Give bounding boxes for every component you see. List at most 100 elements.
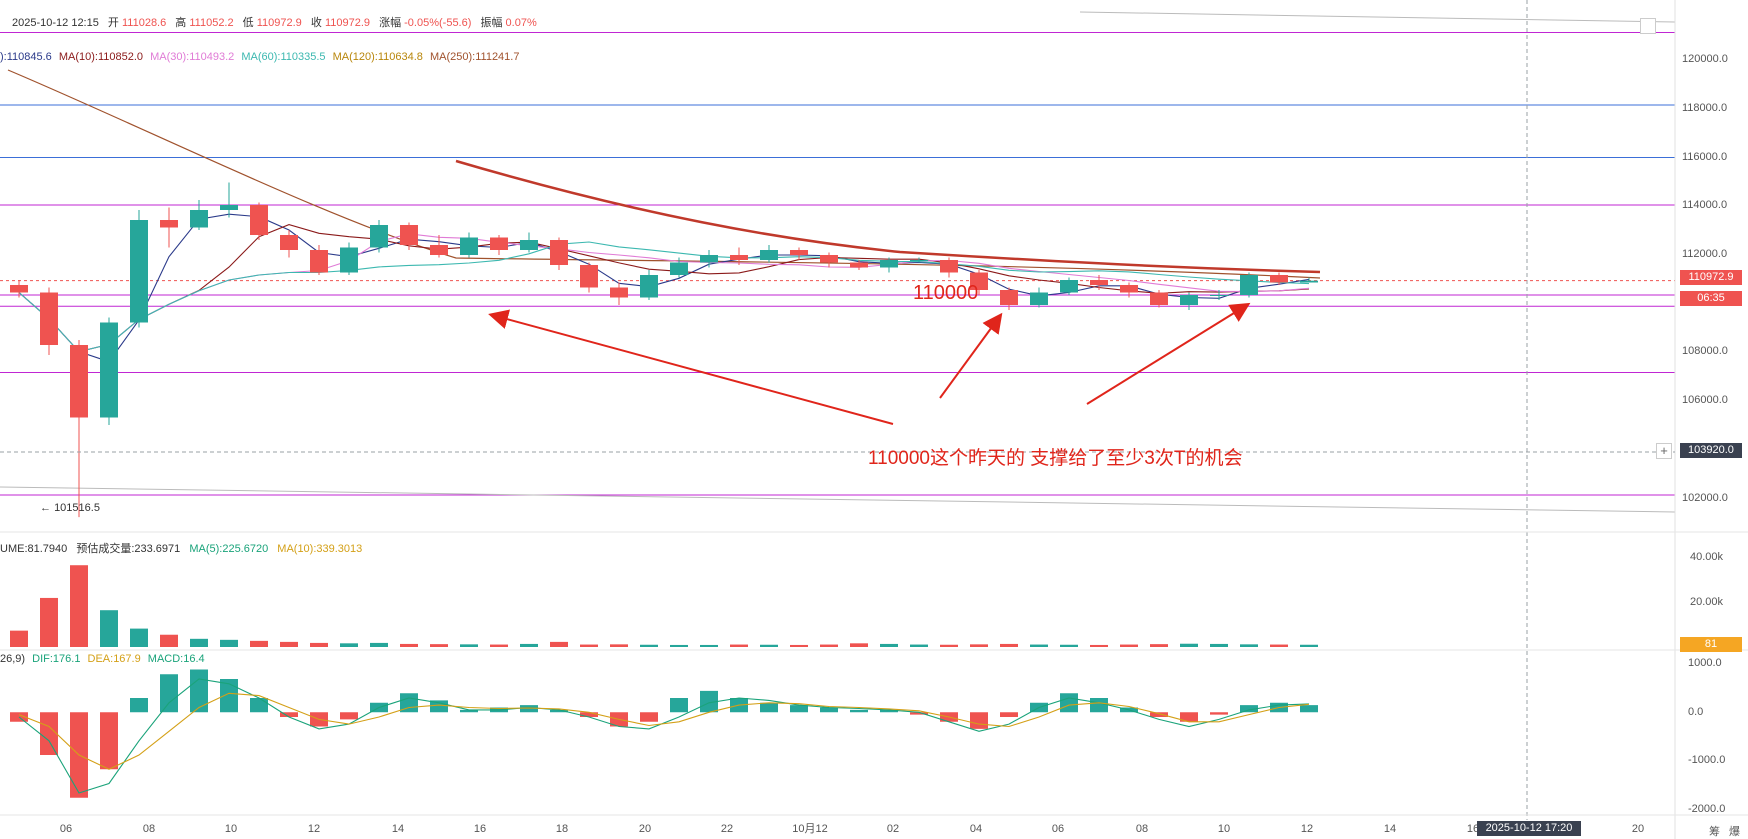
candle-body <box>220 205 238 210</box>
candle-body <box>130 220 148 323</box>
trend-line <box>0 486 1676 513</box>
candle-body <box>1090 280 1108 285</box>
ma-legend: ):110845.6 MA(10):110852.0 MA(30):110493… <box>0 51 519 63</box>
ma-legend-item: ):110845.6 <box>0 51 52 63</box>
volume-bar <box>10 630 28 647</box>
macd-bar <box>130 698 148 713</box>
price-tick-label: 120000.0 <box>1682 53 1728 65</box>
volume-bar <box>40 597 58 647</box>
candle-body <box>430 245 448 255</box>
amplitude-value: 0.07% <box>505 17 537 29</box>
volume-bar <box>970 644 988 647</box>
candle-body <box>1180 295 1198 305</box>
volume-bar <box>520 643 538 647</box>
annotation-arrow <box>939 312 1003 399</box>
macd-bar <box>1060 693 1078 713</box>
price-tick-label: 108000.0 <box>1682 345 1728 357</box>
header-bar: 2025-10-12 12:15 开 111028.6 高 111052.2 低… <box>0 14 537 30</box>
volume-bar <box>580 644 598 647</box>
ma10-line <box>18 224 1310 353</box>
candle-body <box>610 287 628 298</box>
price-tick-label: 116000.0 <box>1682 151 1727 163</box>
volume-bar <box>250 640 268 647</box>
candle-body <box>160 220 178 228</box>
price-tick-label: 106000.0 <box>1682 394 1728 406</box>
arrow-left-icon: ← <box>40 502 51 514</box>
volume-bar <box>1090 644 1108 647</box>
volume-bar <box>370 642 388 647</box>
candle-body <box>700 255 718 263</box>
annotation-arrow <box>488 309 894 425</box>
volume-bar <box>460 644 478 647</box>
macd-bar <box>970 712 988 729</box>
high-label: 高 <box>175 17 187 29</box>
volume-tick-label: 20.00k <box>1690 596 1724 608</box>
time-tick-label: 12 <box>308 823 320 835</box>
expand-icon[interactable] <box>1640 18 1656 34</box>
candle-body <box>520 240 538 250</box>
candle-body <box>1060 280 1078 293</box>
volume-bar <box>70 565 88 647</box>
candle-body <box>1000 290 1018 305</box>
macd-legend-item: MACD:16.4 <box>147 653 205 665</box>
time-tick-label: 02 <box>887 823 899 835</box>
time-tick-label: 10月12 <box>792 823 827 835</box>
time-tick-label: 12 <box>1301 823 1313 835</box>
macd-bar <box>1000 712 1018 717</box>
change-value: -0.05%(-55.6) <box>404 17 472 29</box>
candle-body <box>730 255 748 260</box>
volume-legend-item: UME:81.7940 <box>0 543 68 555</box>
candle-body <box>460 237 478 255</box>
time-tick-label: 20 <box>1632 823 1644 835</box>
candle-body <box>1150 292 1168 305</box>
amplitude-label: 振幅 <box>480 17 503 29</box>
volume-bar <box>670 644 688 647</box>
candle-body <box>1210 295 1228 296</box>
time-tick-label: 10 <box>1218 823 1230 835</box>
volume-bar <box>820 644 838 647</box>
candle-body <box>580 265 598 288</box>
candle-body <box>10 285 28 293</box>
time-tick-label: 04 <box>970 823 982 835</box>
ma120-line <box>7 69 1321 279</box>
close-label: 收 <box>310 17 322 29</box>
volume-bar <box>1060 644 1078 647</box>
macd-tick-label: 1000.0 <box>1688 657 1722 669</box>
volume-bar <box>1150 644 1168 647</box>
macd-legend-item: 26,9) <box>0 653 26 665</box>
candle-body <box>100 322 118 418</box>
volume-bar <box>910 644 928 647</box>
plus-icon[interactable]: + <box>1656 443 1672 459</box>
candle-body <box>1300 280 1318 283</box>
annotation-note: 110000这个昨天的 支撑给了至少3次T的机会 <box>868 448 1243 469</box>
open-label: 开 <box>107 17 119 29</box>
macd-legend-item: DIF:176.1 <box>32 653 81 665</box>
candle-body <box>1120 285 1138 293</box>
time-tick-label: 18 <box>556 823 568 835</box>
corner-label: 爆 <box>1729 826 1740 838</box>
price-tick-label: 102000.0 <box>1682 492 1728 504</box>
macd-legend: 26,9) DIF:176.1 DEA:167.9 MACD:16.4 <box>0 653 205 665</box>
macd-tick-label: -1000.0 <box>1688 754 1725 766</box>
support-level-label: 110000 <box>913 282 979 304</box>
macd-bar <box>1150 712 1168 717</box>
low-label: 低 <box>242 17 254 29</box>
corner-label: 筹 <box>1709 826 1720 838</box>
open-value: 111028.6 <box>121 17 167 29</box>
volume-value-tag: 81 <box>1680 637 1742 652</box>
price-tick-label: 118000.0 <box>1682 102 1727 114</box>
volume-bar <box>550 641 568 647</box>
countdown-tag: 06:35 <box>1680 291 1742 306</box>
change-label: 涨幅 <box>379 17 402 29</box>
ma-legend-item: MA(120):110634.8 <box>332 51 423 63</box>
macd-bar <box>250 698 268 713</box>
macd-bar <box>640 712 658 722</box>
time-tick-label: 16 <box>474 823 486 835</box>
time-tick-label: 08 <box>143 823 155 835</box>
macd-bar <box>790 705 808 713</box>
candle-body <box>190 210 208 228</box>
volume-bar <box>610 644 628 647</box>
volume-bar <box>1270 644 1288 647</box>
candle-body <box>910 260 928 261</box>
price-chart[interactable]: 120000.0 118000.0 116000.0 114000.0 112000.0… <box>0 0 1748 839</box>
